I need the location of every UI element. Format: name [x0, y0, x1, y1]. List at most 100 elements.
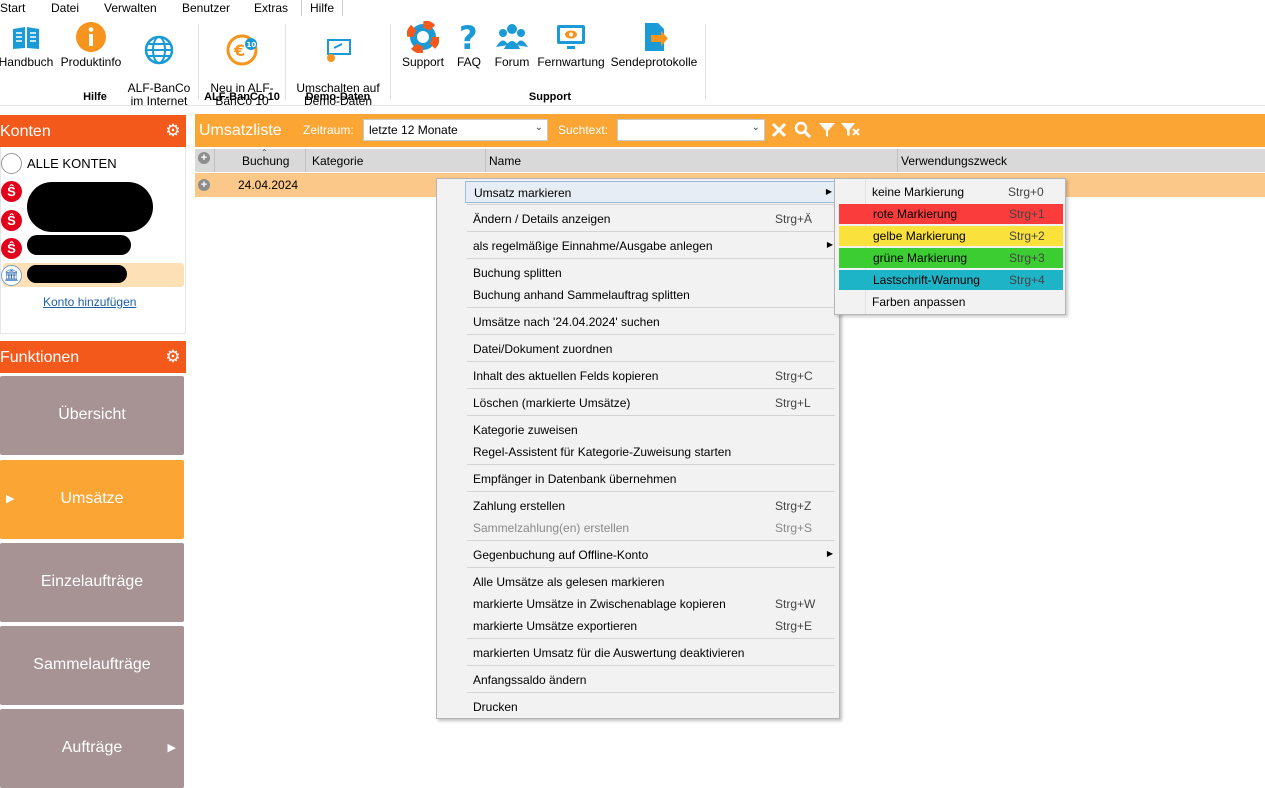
markierung-item[interactable]: keine Markierung Strg+0: [838, 182, 1063, 202]
add-account-link[interactable]: Konto hinzufügen: [43, 295, 136, 309]
sendeprotokolle-button[interactable]: Sendeprotokolle: [610, 21, 698, 69]
context-menu-item-label: markierten Umsatz für die Auswertung dea…: [473, 646, 745, 660]
markierung-submenu: keine Markierung Strg+0 rote Markierung Str…: [834, 178, 1066, 315]
context-menu-item[interactable]: Gegenbuchung auf Offline-Konto ▶: [465, 544, 837, 566]
context-menu-item[interactable]: Empfänger in Datenbank übernehmen: [465, 468, 837, 490]
markierung-item-label: Farben anpassen: [872, 295, 966, 309]
markierung-item-shortcut: Strg+2: [1009, 229, 1045, 243]
produktinfo-button[interactable]: Produktinfo: [58, 21, 124, 69]
markierung-item[interactable]: Lastschrift-Warnung Strg+4: [839, 270, 1063, 290]
column-divider: [485, 149, 486, 172]
konten-header: Konten ⚙: [0, 115, 186, 147]
group-divider: [390, 24, 391, 100]
menu-separator: [467, 567, 835, 568]
context-menu-item[interactable]: Buchung splitten: [465, 262, 837, 284]
markierung-item[interactable]: Farben anpassen: [838, 292, 1063, 312]
umsatzliste-header: Umsatzliste Zeitraum: letzte 12 Monate ⌄…: [195, 114, 1265, 147]
support-button[interactable]: Support: [400, 21, 446, 69]
menu-separator: [467, 464, 835, 465]
filter-icon[interactable]: [817, 120, 837, 140]
expand-row-icon[interactable]: +: [198, 179, 210, 191]
fernwartung-label: Fernwartung: [537, 55, 605, 69]
markierung-item[interactable]: gelbe Markierung Strg+2: [839, 226, 1063, 246]
filter-clear-icon[interactable]: [840, 120, 860, 140]
handbuch-button[interactable]: Handbuch: [0, 21, 54, 69]
context-menu-item[interactable]: markierte Umsätze exportieren Strg+E: [465, 615, 837, 637]
funktionen-gear-icon[interactable]: ⚙: [164, 348, 182, 366]
context-menu-item[interactable]: Drucken: [465, 696, 837, 718]
tab-start[interactable]: Start: [0, 0, 25, 16]
context-menu-item[interactable]: Anfangssaldo ändern: [465, 669, 837, 691]
expand-arrow-icon: ▶: [167, 742, 176, 754]
context-menu-item[interactable]: als regelmäßige Einnahme/Ausgabe anlegen…: [465, 235, 837, 257]
context-menu-item[interactable]: Buchung anhand Sammelauftrag splitten: [465, 284, 837, 306]
clear-icon[interactable]: [769, 120, 789, 140]
group-divider: [705, 24, 706, 100]
tab-extras[interactable]: Extras: [254, 0, 288, 16]
group-label-demo-daten: Demo-Daten: [305, 91, 371, 103]
cell-buchung: 24.04.2024: [238, 178, 299, 192]
context-menu-item[interactable]: Umsätze nach '24.04.2024' suchen: [465, 311, 837, 333]
zeitraum-select[interactable]: letzte 12 Monate ⌄: [363, 119, 548, 141]
context-menu-item[interactable]: Zahlung erstellen Strg+Z: [465, 495, 837, 517]
markierung-item[interactable]: grüne Markierung Strg+3: [839, 248, 1063, 268]
markierung-item[interactable]: rote Markierung Strg+1: [839, 204, 1063, 224]
markierung-item-label: Lastschrift-Warnung: [873, 273, 980, 287]
nav-einzelauftraege-button[interactable]: Einzelaufträge: [0, 543, 184, 622]
sparkasse-icon: Ŝ: [1, 181, 22, 202]
search-icon[interactable]: [793, 120, 813, 140]
context-menu-item: Sammelzahlung(en) erstellen Strg+S: [465, 517, 837, 539]
support-label: Support: [401, 55, 445, 69]
fernwartung-button[interactable]: Fernwartung: [536, 21, 606, 69]
context-menu-item-label: markierte Umsätze exportieren: [473, 619, 638, 633]
context-menu-item-label: Zahlung erstellen: [473, 499, 566, 513]
konten-list: ALLE KONTEN Ŝ Ŝ Ŝ 🏛 Konto hinzufügen: [0, 147, 186, 334]
nav-umsaetze-button[interactable]: ▶ Umsätze: [0, 460, 184, 539]
nav-uebersicht-button[interactable]: Übersicht: [0, 376, 184, 455]
context-menu-item[interactable]: Alle Umsätze als gelesen markieren: [465, 571, 837, 593]
context-menu-item-label: Datei/Dokument zuordnen: [473, 342, 613, 356]
context-menu-item[interactable]: Löschen (markierte Umsätze) Strg+L: [465, 392, 837, 414]
context-menu-item[interactable]: Inhalt des aktuellen Felds kopieren Strg+…: [465, 365, 837, 387]
sendeprotokolle-label: Sendeprotokolle: [610, 55, 698, 69]
context-menu-item[interactable]: Kategorie zuweisen: [465, 419, 837, 441]
column-divider: [214, 149, 215, 172]
account-item-all[interactable]: ALLE KONTEN: [1, 151, 185, 175]
globe-icon: [144, 35, 174, 65]
column-kategorie[interactable]: Kategorie: [312, 154, 363, 168]
question-icon: ?: [459, 21, 478, 53]
tab-verwalten[interactable]: Verwalten: [104, 0, 157, 16]
menu-bar: Start Datei Verwalten Benutzer Extras Hi…: [0, 0, 1265, 16]
menu-separator: [467, 231, 835, 232]
info-icon: [76, 22, 106, 52]
zeitraum-label: Zeitraum:: [303, 123, 354, 137]
book-icon: [13, 27, 39, 49]
nav-sammelauftraege-button[interactable]: Sammelaufträge: [0, 626, 184, 705]
context-menu-item[interactable]: Umsatz markieren ▶: [465, 181, 837, 203]
markierung-item-shortcut: Strg+0: [1008, 185, 1044, 199]
tab-hilfe[interactable]: Hilfe: [301, 0, 344, 16]
markierung-item-shortcut: Strg+1: [1009, 207, 1045, 221]
redaction: [27, 235, 131, 255]
umsatzliste-title: Umsatzliste: [199, 122, 282, 139]
context-menu-item[interactable]: markierten Umsatz für die Auswertung dea…: [465, 642, 837, 664]
column-verwendungszweck[interactable]: Verwendungszweck: [901, 154, 1007, 168]
all-accounts-label: ALLE KONTEN: [27, 156, 117, 171]
tab-benutzer[interactable]: Benutzer: [182, 0, 230, 16]
suchtext-input[interactable]: ⌄: [617, 119, 765, 141]
context-menu-item[interactable]: markierte Umsätze in Zwischenablage kopi…: [465, 593, 837, 615]
context-menu-item[interactable]: Datei/Dokument zuordnen: [465, 338, 837, 360]
context-menu-item[interactable]: Regel-Assistent für Kategorie-Zuweisung …: [465, 441, 837, 463]
forum-button[interactable]: Forum: [492, 21, 532, 69]
ribbon: Handbuch Produktinfo ALF-BanCo im Intern…: [0, 16, 1265, 108]
konten-gear-icon[interactable]: ⚙: [164, 122, 182, 140]
column-name[interactable]: Name: [489, 154, 521, 168]
markierung-item-label: keine Markierung: [872, 185, 965, 199]
expand-all-icon[interactable]: +: [198, 152, 210, 164]
suchtext-label: Suchtext:: [558, 123, 609, 137]
tab-datei[interactable]: Datei: [51, 0, 79, 16]
context-menu-item[interactable]: Ändern / Details anzeigen Strg+Ä: [465, 208, 837, 230]
faq-button[interactable]: ? FAQ: [452, 21, 486, 69]
context-menu-item-label: Buchung splitten: [473, 266, 562, 280]
nav-auftraege-button[interactable]: Aufträge ▶: [0, 709, 184, 788]
